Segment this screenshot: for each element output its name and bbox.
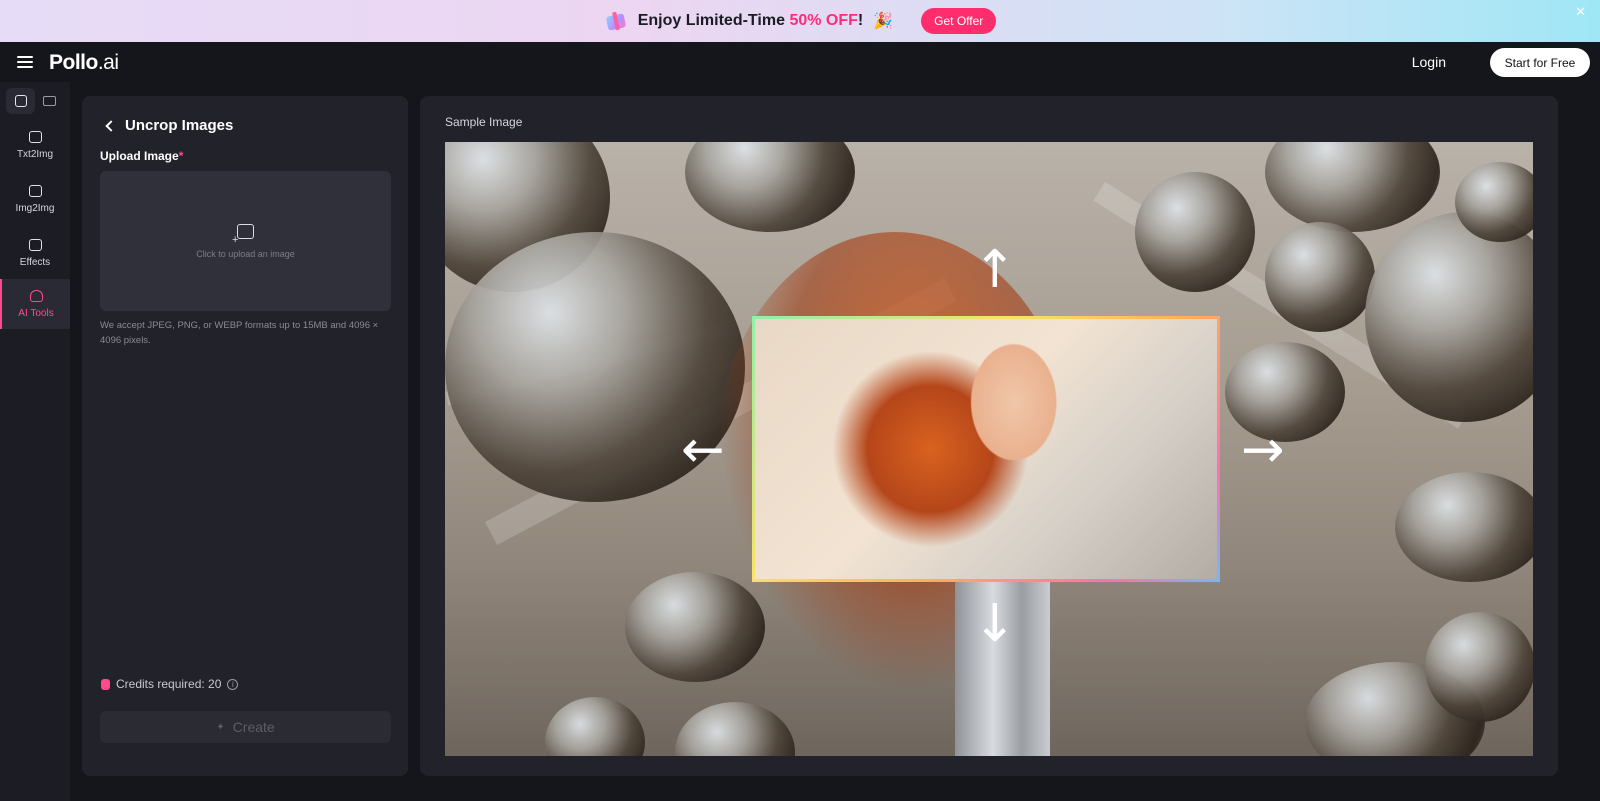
create-button[interactable]: ✦ Create — [100, 711, 391, 743]
sample-area: Sample Image ↑ ↓ ← → — [420, 96, 1558, 776]
upload-dropzone[interactable]: Click to upload an image — [100, 171, 391, 311]
back-chevron-icon[interactable] — [105, 119, 117, 132]
info-icon[interactable]: i — [227, 678, 239, 690]
credits-text: Credits required: 20 — [116, 677, 222, 691]
tool-panel: Uncrop Images Upload Image* Click to upl… — [82, 96, 408, 776]
rail-item-label: Effects — [19, 256, 51, 268]
panel-title: Uncrop Images — [125, 117, 234, 134]
rail-item-label: Img2Img — [15, 202, 55, 214]
rail-item-label: AI Tools — [18, 307, 54, 319]
start-for-free-button[interactable]: Start for Free — [1490, 48, 1590, 77]
rail-item-img2img[interactable]: Img2Img — [0, 174, 70, 224]
image-mode-tab[interactable] — [6, 88, 35, 114]
image-icon — [28, 184, 42, 197]
required-mark: * — [178, 149, 184, 163]
original-crop — [755, 319, 1217, 579]
crop-frame — [752, 316, 1220, 582]
party-popper-icon: 🎉 — [873, 13, 894, 30]
menu-icon[interactable] — [17, 56, 33, 68]
upload-hint: Click to upload an image — [196, 248, 295, 259]
rail-item-effects[interactable]: Effects — [0, 228, 70, 278]
promo-discount: 50% OFF — [789, 12, 858, 29]
robot-icon — [29, 289, 43, 302]
top-nav: Pollo.ai Login Start for Free — [0, 42, 1600, 82]
close-icon[interactable]: ✕ — [1575, 4, 1586, 20]
arrow-up-icon: ↑ — [973, 240, 1017, 300]
upload-label: Upload Image* — [100, 149, 184, 163]
credits-info: Credits required: 20 i — [101, 677, 239, 691]
rail-item-label: Txt2Img — [16, 148, 54, 160]
rail-item-ai-tools[interactable]: AI Tools — [0, 279, 70, 329]
promo-text-suffix: ! — [857, 12, 864, 29]
image-icon — [28, 238, 42, 251]
coins-icon — [101, 678, 110, 690]
arrow-right-icon: → — [1241, 420, 1285, 480]
promo-text-prefix: Enjoy Limited-Time — [637, 12, 790, 29]
arrow-down-icon: ↓ — [973, 594, 1017, 654]
format-note: We accept JPEG, PNG, or WEBP formats up … — [100, 320, 379, 346]
arrow-left-icon: ← — [681, 420, 725, 480]
image-icon — [14, 95, 27, 107]
panel-header: Uncrop Images — [104, 117, 233, 134]
video-mode-tab[interactable] — [35, 88, 64, 114]
video-icon — [43, 96, 56, 106]
sample-image: ↑ ↓ ← → — [445, 142, 1533, 756]
promo-text: Enjoy Limited-Time 50% OFF! — [638, 12, 864, 30]
image-icon — [28, 130, 42, 143]
left-rail: Txt2Img Img2Img Effects AI Tools — [0, 82, 70, 801]
rail-item-txt2img[interactable]: Txt2Img — [0, 120, 70, 170]
get-offer-button[interactable]: Get Offer — [921, 8, 997, 34]
mode-switch — [6, 88, 64, 114]
add-image-icon — [232, 223, 254, 246]
logo[interactable]: Pollo.ai — [49, 51, 119, 75]
login-link[interactable]: Login — [1412, 54, 1446, 70]
sparkle-icon: ✦ — [216, 721, 225, 733]
gift-icon — [604, 10, 628, 32]
sample-title: Sample Image — [445, 115, 523, 129]
create-label: Create — [232, 719, 275, 735]
promo-banner: Enjoy Limited-Time 50% OFF! 🎉 Get Offer … — [0, 0, 1600, 42]
